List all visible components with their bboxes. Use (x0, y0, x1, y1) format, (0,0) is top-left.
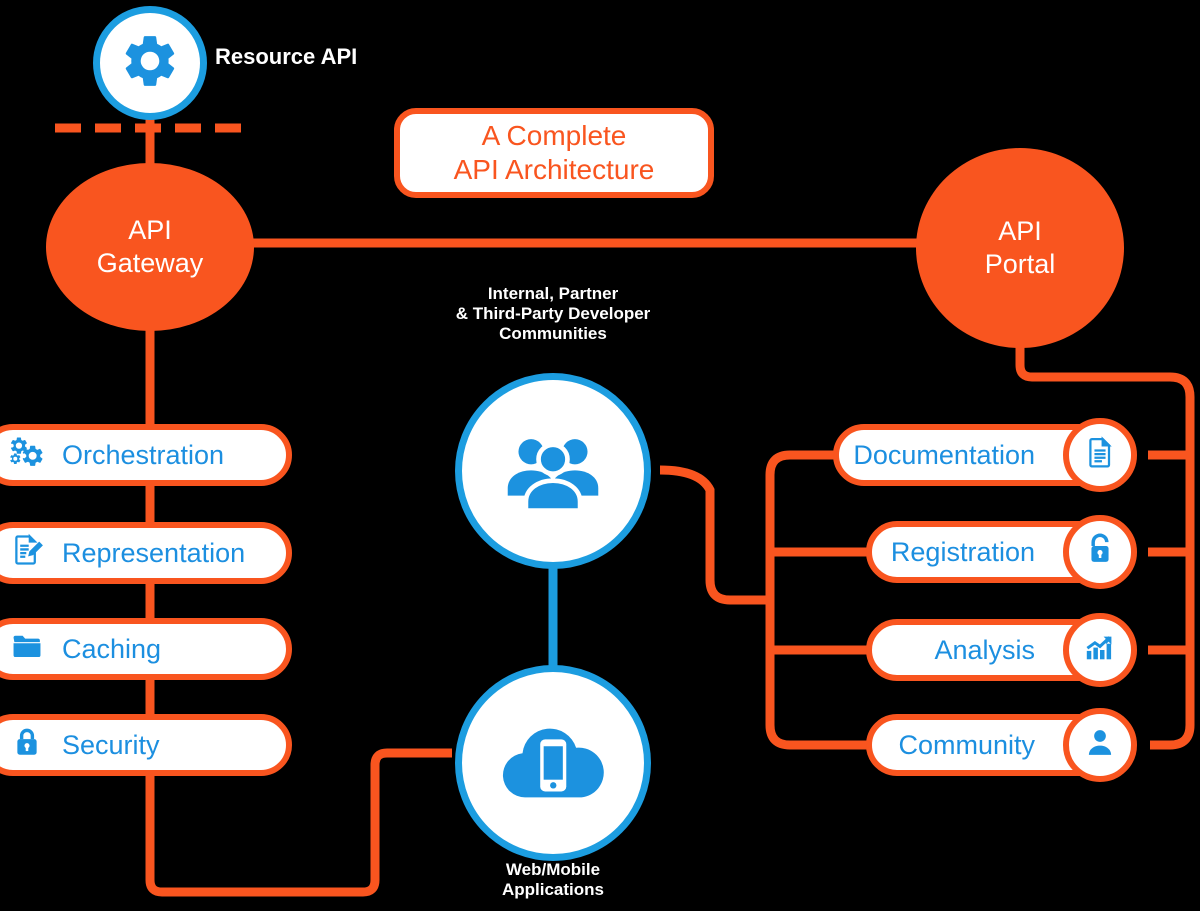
gears-icon (10, 435, 44, 476)
node-communities-label: Internal, Partner & Third-Party Develope… (423, 284, 683, 344)
node-api-portal[interactable]: API Portal (916, 148, 1124, 348)
webapps-line-1: Web/Mobile (505, 860, 601, 879)
api-gateway-line-1: API (128, 215, 172, 246)
node-web-mobile-apps[interactable] (455, 665, 651, 861)
node-resource-api-label: Resource API (215, 44, 358, 69)
title-box: A Complete API Architecture (394, 108, 714, 198)
pill-community-badge (1063, 708, 1137, 782)
wire-communities-trunk (659, 465, 770, 605)
pill-representation-label: Representation (62, 537, 246, 568)
webapps-line-2: Applications (501, 880, 604, 900)
folder-icon (10, 629, 44, 670)
pill-security-label: Security (62, 729, 160, 760)
pill-analysis[interactable]: Analysis (866, 613, 1137, 687)
document-icon (1082, 434, 1118, 477)
pill-analysis-badge (1063, 613, 1137, 687)
pill-registration-label: Registration (890, 536, 1035, 567)
communities-line-1: Internal, Partner (487, 284, 619, 303)
pill-orchestration[interactable]: Orchestration (0, 424, 292, 486)
chart-up-icon (1082, 629, 1118, 672)
gear-icon (119, 30, 181, 97)
node-developer-communities[interactable] (455, 373, 651, 569)
pill-documentation[interactable]: Documentation (833, 418, 1137, 492)
communities-line-2: & Third-Party Developer (455, 304, 651, 324)
title-line-2: API Architecture (453, 154, 655, 185)
pill-security[interactable]: Security (0, 714, 292, 776)
node-resource-api[interactable] (93, 6, 207, 120)
pill-community-label: Community (898, 729, 1035, 760)
node-web-mobile-apps-label: Web/Mobile Applications (438, 860, 668, 900)
pill-caching-label: Caching (62, 633, 162, 664)
node-api-gateway[interactable]: API Gateway (46, 163, 254, 331)
communities-line-3: Communities (499, 324, 607, 344)
api-portal-line-2: Portal (984, 249, 1056, 279)
wire-portal-left-trunk (765, 450, 900, 750)
pill-orchestration-label: Orchestration (62, 439, 225, 470)
pill-registration[interactable]: Registration (866, 515, 1137, 589)
api-portal-line-1: API (998, 216, 1042, 247)
diagram-canvas: Resource API A Complete API Architecture… (0, 0, 1200, 911)
pill-community[interactable]: Community (866, 708, 1137, 782)
pill-documentation-badge (1063, 418, 1137, 492)
people-group-icon (497, 413, 609, 530)
cloud-mobile-icon (494, 711, 612, 816)
lock-icon (10, 725, 44, 766)
pill-documentation-label: Documentation (853, 439, 1035, 470)
title-line-1: A Complete (481, 120, 627, 152)
api-gateway-line-2: Gateway (96, 248, 204, 278)
pill-caching[interactable]: Caching (0, 618, 292, 680)
document-edit-icon (10, 533, 44, 574)
person-icon (1082, 724, 1118, 767)
pill-analysis-label: Analysis (934, 634, 1035, 665)
pill-registration-badge (1063, 515, 1137, 589)
unlock-icon (1082, 531, 1118, 574)
pill-representation[interactable]: Representation (0, 522, 292, 584)
